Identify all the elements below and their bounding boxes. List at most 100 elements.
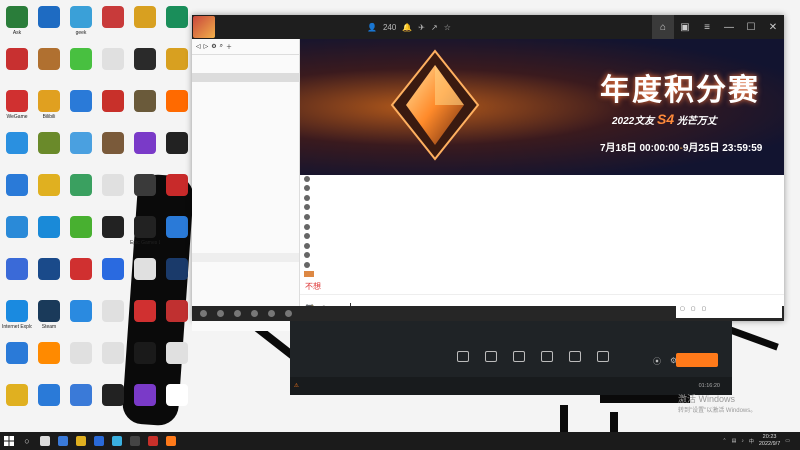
taskbar-app-button[interactable] — [36, 432, 54, 450]
channel-item[interactable] — [192, 136, 299, 145]
desktop-icon[interactable]: Steam — [34, 300, 64, 330]
live-tool-button[interactable] — [508, 351, 530, 364]
record-icon[interactable]: ⦿ — [653, 356, 661, 367]
desktop-icon[interactable] — [162, 342, 192, 366]
channel-item[interactable] — [192, 154, 299, 163]
desktop-icon[interactable] — [66, 258, 96, 282]
desktop-icon[interactable] — [66, 174, 96, 198]
desktop-icon[interactable] — [34, 216, 64, 240]
taskbar-app-button[interactable] — [72, 432, 90, 450]
bell-icon[interactable]: 🔔 — [402, 23, 412, 32]
desktop-icon[interactable] — [162, 90, 192, 114]
gear-icon[interactable]: ⚙ — [211, 43, 216, 50]
desktop-icon[interactable] — [98, 132, 128, 156]
sidebar-item[interactable] — [192, 55, 299, 64]
live-tool-button[interactable] — [536, 351, 558, 364]
desktop-icon[interactable] — [98, 6, 128, 30]
start-live-button[interactable] — [676, 353, 718, 367]
channel-item[interactable] — [192, 172, 299, 181]
desktop-icon[interactable] — [130, 132, 160, 156]
desktop-icon[interactable] — [98, 216, 128, 240]
more-icon[interactable]: ≡ — [696, 15, 718, 39]
taskbar-app-button[interactable] — [54, 432, 72, 450]
share-icon[interactable]: ↗ — [431, 23, 438, 32]
member-item[interactable] — [192, 269, 299, 276]
taskbar-app-button[interactable] — [162, 432, 180, 450]
taskbar-app-button[interactable] — [90, 432, 108, 450]
search-icon[interactable]: ○ — [18, 432, 36, 450]
desktop-icon[interactable]: Ask — [2, 6, 32, 36]
member-item[interactable] — [192, 276, 299, 283]
minimize-icon[interactable]: — — [718, 15, 740, 39]
sidebar-item[interactable] — [192, 82, 299, 91]
taskbar-app-button[interactable] — [108, 432, 126, 450]
sidebar-item[interactable] — [192, 100, 299, 109]
channel-item[interactable] — [192, 244, 299, 253]
voice-toolbar-item[interactable] — [268, 310, 277, 317]
gift-icon[interactable]: ▣ — [674, 15, 696, 39]
channel-item[interactable] — [192, 145, 299, 154]
desktop-icon[interactable] — [66, 300, 96, 324]
clock[interactable]: 20:23 2022/9/7 — [759, 434, 780, 448]
desktop-icon[interactable] — [98, 300, 128, 324]
channel-item[interactable] — [192, 226, 299, 235]
ime-icon[interactable]: 中 — [749, 438, 754, 445]
desktop-icon[interactable] — [130, 300, 160, 324]
live-tool-button[interactable] — [564, 351, 586, 364]
desktop-icon[interactable] — [2, 258, 32, 282]
sidebar-item[interactable] — [192, 73, 299, 82]
desktop-icon[interactable] — [130, 48, 160, 72]
desktop-icon[interactable] — [34, 174, 64, 198]
desktop-icon[interactable] — [130, 342, 160, 366]
desktop-icon[interactable] — [34, 48, 64, 72]
desktop-icon[interactable] — [98, 384, 128, 408]
channel-item[interactable] — [192, 109, 299, 118]
pin-icon[interactable]: ✈ — [418, 23, 425, 32]
desktop-icon[interactable] — [2, 132, 32, 156]
taskbar-app-button[interactable] — [144, 432, 162, 450]
start-button[interactable] — [0, 432, 18, 450]
desktop-icon[interactable] — [98, 90, 128, 114]
chevron-up-icon[interactable]: ⌃ — [722, 438, 726, 444]
live-left-button[interactable] — [326, 321, 362, 367]
desktop-icon[interactable] — [162, 384, 192, 408]
desktop-icon[interactable] — [162, 132, 192, 156]
desktop-icon[interactable] — [34, 258, 64, 282]
desktop-icon[interactable] — [34, 132, 64, 156]
desktop-icon[interactable] — [130, 90, 160, 114]
desktop-icon[interactable] — [2, 216, 32, 240]
desktop-icon[interactable] — [2, 384, 32, 408]
desktop-icon[interactable] — [162, 174, 192, 198]
live-tool-button[interactable] — [480, 351, 502, 364]
channel-item[interactable] — [192, 217, 299, 226]
volume-icon[interactable]: ♪ — [741, 438, 744, 444]
channel-item[interactable] — [192, 118, 299, 127]
desktop-icon[interactable] — [130, 258, 160, 282]
search-icon[interactable]: ⌕ — [220, 43, 223, 50]
home-icon[interactable]: ⌂ — [652, 15, 674, 39]
desktop-icon[interactable]: WeGame — [2, 90, 32, 120]
desktop-icon[interactable]: geek — [66, 6, 96, 36]
live-left-button[interactable] — [362, 321, 398, 367]
group-avatar[interactable] — [193, 16, 215, 38]
member-item[interactable] — [192, 262, 299, 269]
desktop-icon[interactable] — [66, 216, 96, 240]
group-header[interactable] — [192, 253, 299, 262]
add-icon[interactable]: ＋ — [226, 42, 232, 51]
event-banner[interactable]: 年度积分赛 2022文友 S4 光芒万丈 7月18日 00:00:00-9月25… — [300, 39, 784, 175]
desktop-icon[interactable]: Bilibili — [34, 90, 64, 120]
desktop-icon[interactable] — [66, 48, 96, 72]
voice-toolbar-item[interactable] — [234, 310, 243, 317]
sidebar-item[interactable] — [192, 64, 299, 73]
network-icon[interactable]: ▤ — [732, 438, 737, 444]
desktop-icon[interactable]: Epic Games Launcher — [130, 216, 160, 246]
desktop-icon[interactable] — [130, 6, 160, 30]
desktop-icon[interactable] — [162, 48, 192, 72]
channel-item[interactable] — [192, 127, 299, 136]
channel-item[interactable] — [192, 199, 299, 208]
taskbar-app-button[interactable] — [126, 432, 144, 450]
members-icon[interactable]: 👤 — [367, 23, 377, 32]
member-item[interactable] — [192, 325, 299, 332]
desktop-icon[interactable] — [98, 48, 128, 72]
close-icon[interactable]: ✕ — [762, 15, 784, 39]
